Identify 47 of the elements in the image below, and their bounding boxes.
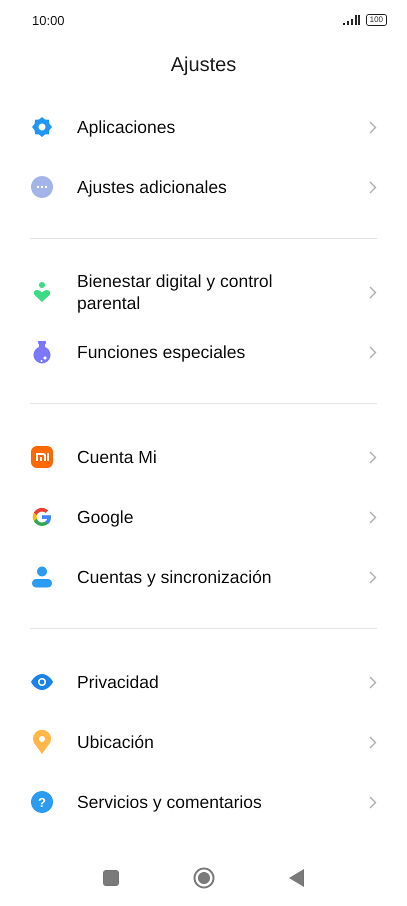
chevron-right-icon [369, 570, 377, 584]
chevron-right-icon [369, 736, 377, 748]
chevron-right-icon [369, 286, 377, 298]
setting-label: Ubicación [77, 731, 155, 753]
chevron-right-icon [369, 510, 377, 524]
setting-label: Google [77, 506, 134, 528]
settings-item[interactable]: Cuentas y sincronización [0, 547, 407, 607]
setting-label: Aplicaciones [77, 116, 176, 138]
setting-label: Bienestar digital y control parental [77, 270, 274, 314]
recents-button[interactable] [103, 870, 119, 886]
settings-item[interactable]: Cuenta Mi [0, 427, 407, 487]
settings-item[interactable]: Google [0, 487, 407, 547]
home-button[interactable] [193, 867, 215, 889]
more-icon [31, 176, 53, 198]
status-time: 10:00 [32, 12, 65, 28]
setting-label: Servicios y comentarios [77, 791, 263, 813]
chevron-right-icon [369, 450, 377, 464]
help-icon: ? [31, 791, 53, 813]
settings-item[interactable]: Funciones especiales [0, 322, 407, 382]
person-icon [31, 566, 53, 588]
chevron-right-icon [369, 676, 377, 688]
settings-item[interactable]: Bienestar digital y control parental [0, 262, 407, 322]
setting-label: Cuenta Mi [77, 446, 158, 468]
chevron-right-icon [369, 346, 377, 358]
battery-icon: 100 [366, 14, 387, 26]
heart-person-icon [33, 281, 51, 303]
settings-item[interactable]: Privacidad [0, 652, 407, 712]
google-icon [31, 506, 53, 528]
settings-item[interactable]: Aplicaciones [0, 97, 407, 157]
page-title: Ajustes [170, 54, 236, 76]
mi-logo-icon [31, 446, 53, 468]
settings-item[interactable]: ? Servicios y comentarios [0, 772, 407, 832]
settings-item[interactable]: Ajustes adicionales [0, 157, 407, 217]
chevron-right-icon [369, 180, 377, 194]
chevron-right-icon [369, 796, 377, 808]
location-pin-icon [33, 730, 51, 754]
back-button[interactable] [289, 869, 304, 887]
flask-icon [32, 340, 52, 364]
setting-label: Privacidad [77, 671, 160, 693]
setting-label: Ajustes adicionales [77, 176, 228, 198]
chevron-right-icon [369, 120, 377, 134]
gear-icon [31, 116, 53, 138]
settings-item[interactable]: Ubicación [0, 712, 407, 772]
signal-icon [342, 15, 360, 25]
setting-label: Cuentas y sincronización [77, 566, 273, 588]
setting-label: Funciones especiales [77, 341, 246, 363]
eye-icon [31, 674, 53, 690]
